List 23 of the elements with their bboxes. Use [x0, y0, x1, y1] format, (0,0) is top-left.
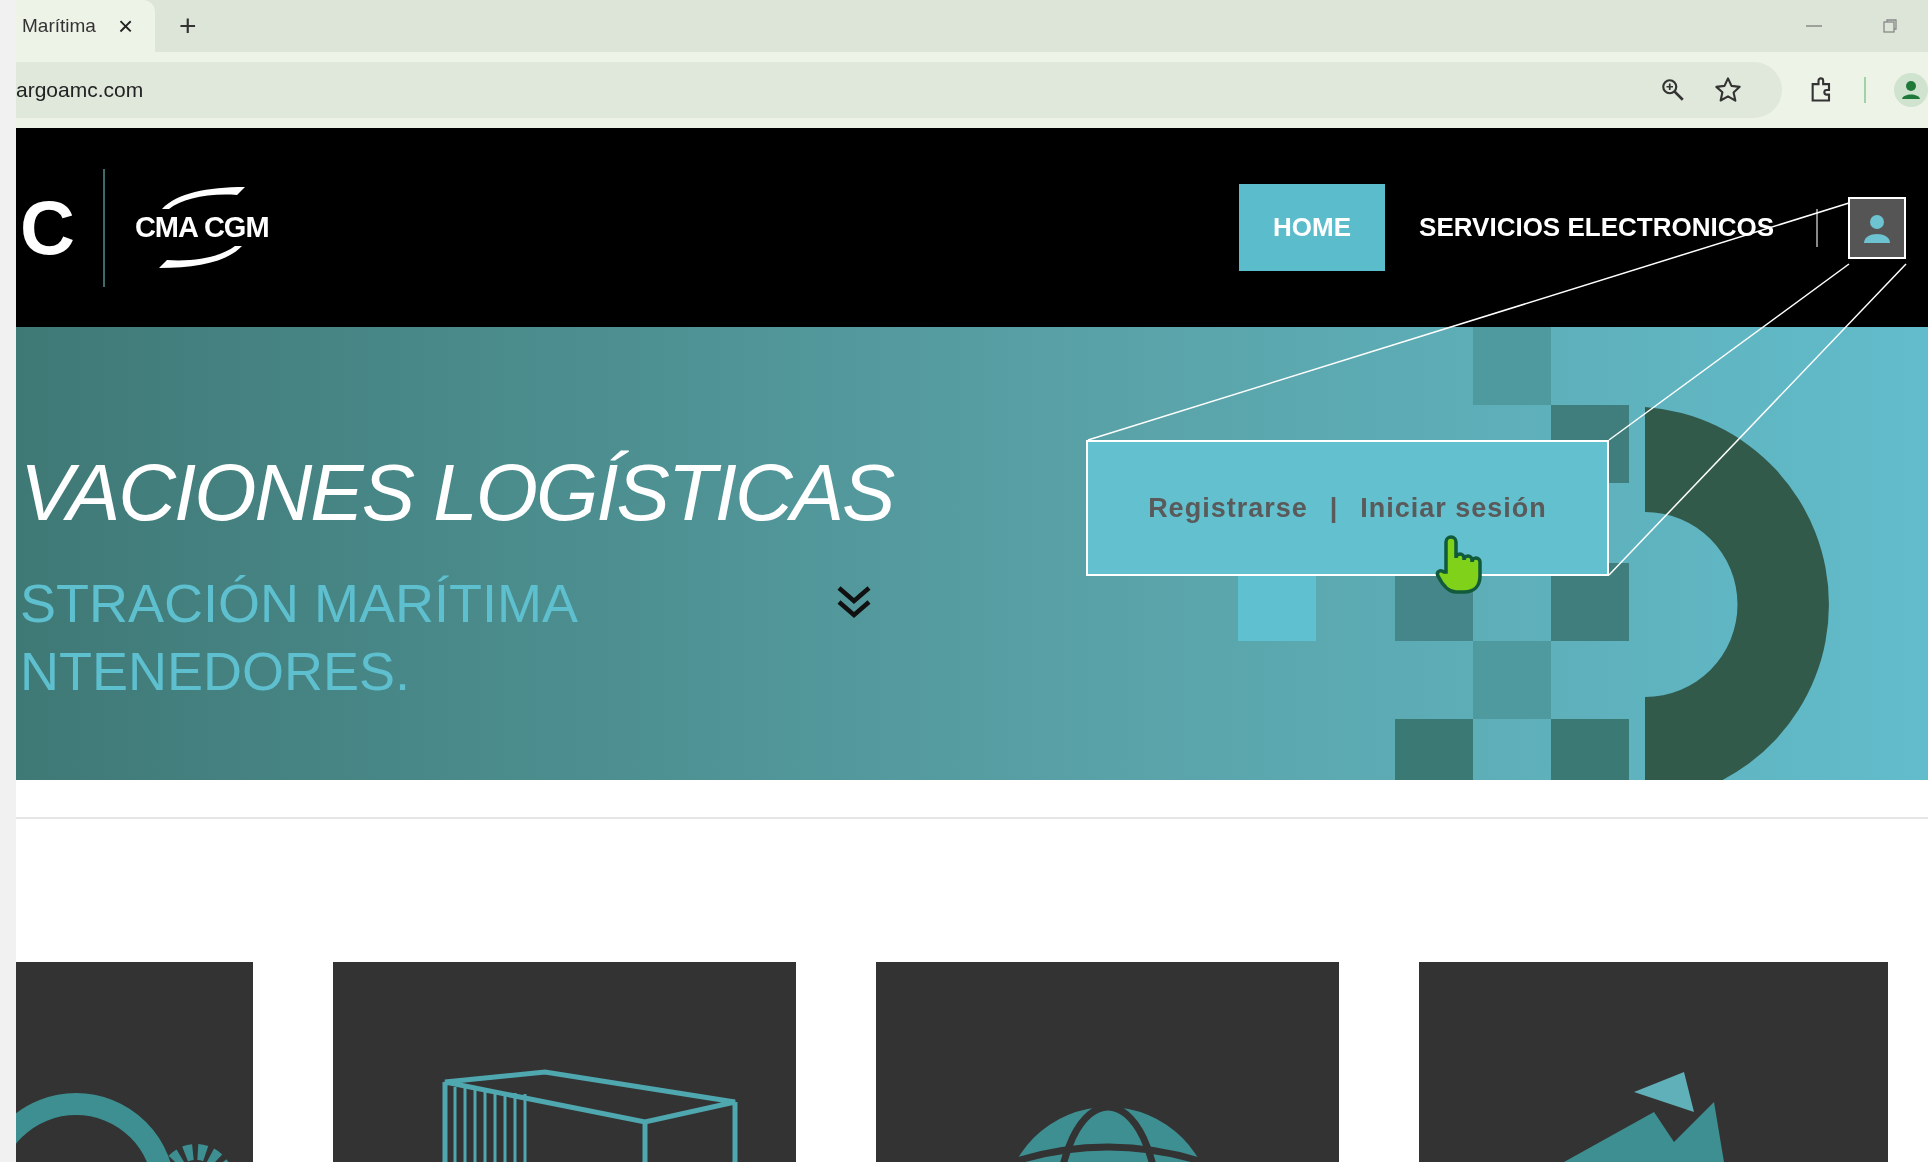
hand-cursor-icon	[1434, 532, 1482, 594]
service-card[interactable]	[876, 962, 1339, 1162]
user-button[interactable]	[1848, 196, 1906, 259]
hero-subtitle: NTENEDORES.	[20, 639, 411, 703]
tab-title: Marítima	[22, 15, 96, 37]
double-chevron-down-icon[interactable]	[836, 583, 872, 620]
service-card[interactable]	[16, 962, 253, 1162]
new-tab-button[interactable]: +	[179, 9, 197, 43]
address-bar[interactable]: argoamc.com	[16, 62, 1782, 119]
person-icon	[1863, 212, 1891, 243]
hero-subtitle: STRACIÓN MARÍTIMA	[20, 571, 578, 635]
hero-title: VACIONES LOGÍSTICAS	[20, 446, 894, 539]
star-icon[interactable]	[1714, 76, 1742, 105]
profile-icon[interactable]	[1894, 73, 1928, 108]
service-card[interactable]	[333, 962, 796, 1162]
logo-letter: C	[20, 189, 75, 266]
brand-logo[interactable]: CMA CGM	[134, 211, 269, 245]
close-tab-button[interactable]: ×	[117, 10, 134, 42]
url-text: argoamc.com	[16, 78, 145, 103]
browser-tab[interactable]: Marítima ×	[16, 0, 156, 52]
link-separator: |	[1329, 492, 1339, 524]
service-card[interactable]	[1419, 962, 1888, 1162]
nav-link[interactable]: SERVICIOS ELECTRONICOS	[1385, 184, 1808, 272]
